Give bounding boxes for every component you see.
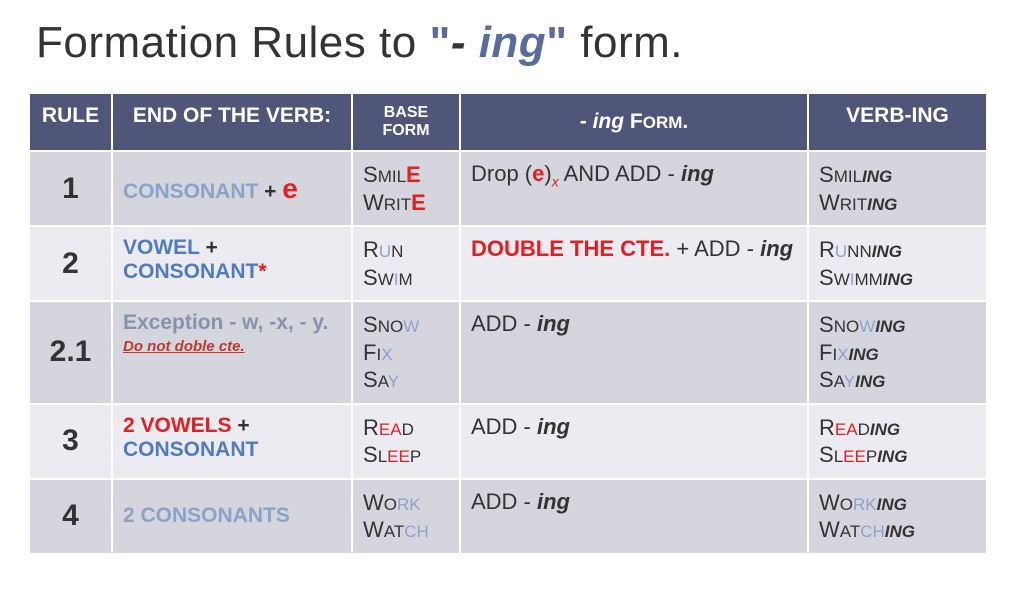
ing-rule: DOUBLE THE CTE. + ADD - ing — [460, 226, 808, 301]
end-pattern: Exception - w, -x, - y. Do not doble cte… — [112, 301, 352, 404]
col-ing: - ing FORM. — [460, 94, 808, 151]
table-row: 4 2 CONSONANTS WORK WATCH ADD - ing WORK… — [30, 479, 986, 553]
end-pattern: 2 VOWELS + CONSONANT — [112, 404, 352, 479]
base-form: SMILE WRITE — [352, 151, 460, 226]
table-row: 1 CONSONANT + e SMILE WRITE Drop (e)x AN… — [30, 151, 986, 226]
col-verbing: VERB-ING — [808, 94, 986, 151]
rule-number: 1 — [30, 151, 112, 226]
table-row: 2.1 Exception - w, -x, - y. Do not doble… — [30, 301, 986, 404]
rule-number: 3 — [30, 404, 112, 479]
verb-ing: SNOWING FIXING SAYING — [808, 301, 986, 404]
rule-number: 2.1 — [30, 301, 112, 404]
exception-note: Do not doble cte. — [123, 338, 341, 355]
header-row: RULE END OF THE VERB: BASE FORM - ing FO… — [30, 94, 986, 151]
end-pattern: 2 CONSONANTS — [112, 479, 352, 553]
base-form: WORK WATCH — [352, 479, 460, 553]
col-base: BASE FORM — [352, 94, 460, 151]
ing-rule: ADD - ing — [460, 479, 808, 553]
rule-number: 2 — [30, 226, 112, 301]
col-end: END OF THE VERB: — [112, 94, 352, 151]
rule-number: 4 — [30, 479, 112, 553]
ing-rule: ADD - ing — [460, 301, 808, 404]
end-pattern: CONSONANT + e — [112, 151, 352, 226]
verb-ing: SMILING WRITING — [808, 151, 986, 226]
ing-rule: Drop (e)x AND ADD - ing — [460, 151, 808, 226]
verb-ing: WORKING WATCHING — [808, 479, 986, 553]
base-form: RUN SWIM — [352, 226, 460, 301]
base-form: READ SLEEP — [352, 404, 460, 479]
verb-ing: READING SLEEPING — [808, 404, 986, 479]
col-rule: RULE — [30, 94, 112, 151]
table-row: 3 2 VOWELS + CONSONANT READ SLEEP ADD - … — [30, 404, 986, 479]
table-row: 2 VOWEL + CONSONANT* RUN SWIM DOUBLE THE… — [30, 226, 986, 301]
end-pattern: VOWEL + CONSONANT* — [112, 226, 352, 301]
rules-table: RULE END OF THE VERB: BASE FORM - ing FO… — [30, 94, 986, 553]
base-form: SNOW FIX SAY — [352, 301, 460, 404]
page-title: Formation Rules to "- ing" form. — [36, 18, 987, 68]
verb-ing: RUNNING SWIMMING — [808, 226, 986, 301]
ing-rule: ADD - ing — [460, 404, 808, 479]
